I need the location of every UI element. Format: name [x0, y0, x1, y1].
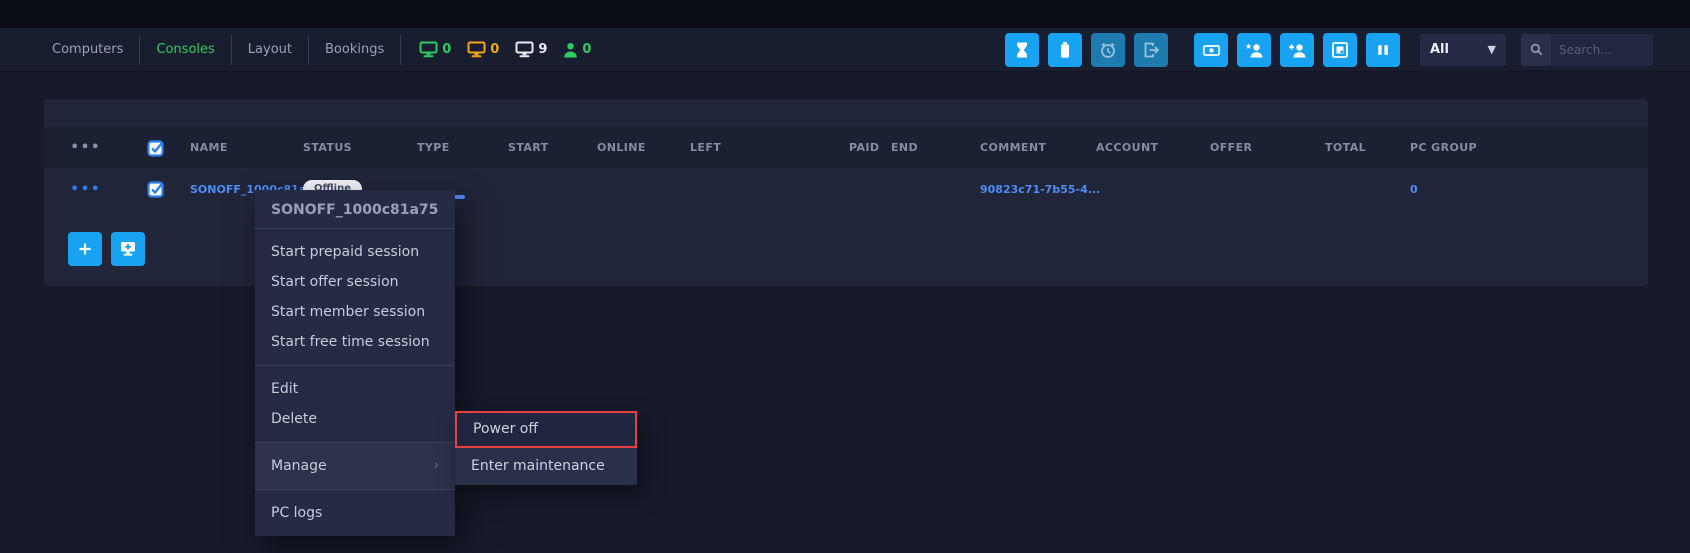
- sign-out-button[interactable]: [1134, 33, 1168, 67]
- account-actions-group: ★: [1194, 33, 1400, 67]
- user-star-icon: ★: [1245, 41, 1264, 59]
- search-input[interactable]: [1551, 43, 1653, 57]
- col-offer[interactable]: OFFER: [1204, 141, 1319, 154]
- app-screen: Computers Consoles Layout Bookings 0 0: [0, 0, 1690, 553]
- deploy-console-button[interactable]: [111, 232, 145, 266]
- menu-item-pc-logs[interactable]: PC logs: [255, 498, 455, 528]
- logs-menu-section: PC logs: [255, 490, 455, 536]
- top-toolbar: Computers Consoles Layout Bookings 0 0: [0, 28, 1690, 72]
- user-plus-icon: [1288, 41, 1307, 59]
- counter-value: 0: [582, 42, 591, 57]
- pause-icon: [1375, 42, 1391, 58]
- col-end[interactable]: END: [885, 141, 974, 154]
- cash-icon: [1202, 41, 1221, 59]
- session-menu-section: Start prepaid session Start offer sessio…: [255, 229, 455, 366]
- menu-item-manage[interactable]: Manage ›: [255, 451, 455, 481]
- sign-out-icon: [1142, 41, 1160, 59]
- tab-bookings[interactable]: Bookings: [309, 42, 400, 57]
- tab-layout[interactable]: Layout: [232, 42, 308, 57]
- col-account[interactable]: ACCOUNT: [1090, 141, 1204, 154]
- toolbar-right: ★ All ▼: [1005, 33, 1653, 67]
- window-top-strip: [0, 0, 1690, 28]
- plus-icon: [77, 241, 93, 257]
- battery-icon: [1056, 41, 1074, 59]
- svg-text:★: ★: [1245, 42, 1252, 51]
- column-options-icon[interactable]: •••: [71, 140, 102, 155]
- manage-menu-section: Manage ›: [255, 443, 455, 490]
- cash-payment-button[interactable]: [1194, 33, 1228, 67]
- submenu-item-enter-maintenance[interactable]: Enter maintenance: [455, 448, 637, 485]
- manage-label: Manage: [271, 451, 327, 481]
- pause-button[interactable]: [1366, 33, 1400, 67]
- edit-menu-section: Edit Delete: [255, 366, 455, 443]
- filter-value: All: [1430, 42, 1449, 57]
- menu-item-delete[interactable]: Delete: [255, 404, 455, 434]
- screen-frame-icon: [1331, 41, 1349, 59]
- col-name[interactable]: NAME: [184, 141, 297, 154]
- counter-users-online: 0: [563, 42, 591, 58]
- menu-item-start-prepaid-session[interactable]: Start prepaid session: [255, 237, 455, 267]
- col-start[interactable]: START: [502, 141, 591, 154]
- view-tabs: Computers Consoles Layout Bookings: [52, 28, 401, 71]
- manage-submenu: Power off Enter maintenance: [455, 411, 637, 485]
- col-comment[interactable]: COMMENT: [974, 141, 1090, 154]
- menu-item-start-offer-session[interactable]: Start offer session: [255, 267, 455, 297]
- row-menu-icon[interactable]: •••: [71, 182, 102, 197]
- menu-item-start-free-time-session[interactable]: Start free time session: [255, 327, 455, 357]
- col-total[interactable]: TOTAL: [1319, 141, 1404, 154]
- add-member-button[interactable]: ★: [1237, 33, 1271, 67]
- col-type[interactable]: TYPE: [411, 141, 502, 154]
- row-pc-group-link[interactable]: 0: [1404, 183, 1648, 196]
- status-counters: 0 0 9 0: [419, 41, 591, 58]
- counter-value: 9: [538, 42, 547, 57]
- counter-monitors-total: 9: [515, 41, 547, 58]
- monitor-icon: [467, 41, 486, 58]
- alarm-clock-icon: [1099, 41, 1117, 59]
- screen-view-button[interactable]: [1323, 33, 1357, 67]
- battery-button[interactable]: [1048, 33, 1082, 67]
- submenu-item-power-off[interactable]: Power off: [455, 411, 637, 448]
- col-pc-group[interactable]: PC GROUP: [1404, 141, 1648, 154]
- row-checkbox[interactable]: [147, 180, 165, 198]
- select-all-checkbox[interactable]: [147, 139, 165, 157]
- user-icon: [563, 42, 578, 58]
- context-menu-title: SONOFF_1000c81a75: [255, 190, 455, 229]
- tab-computers[interactable]: Computers: [52, 42, 139, 57]
- counter-monitors-warning: 0: [467, 41, 499, 58]
- add-console-button[interactable]: [68, 232, 102, 266]
- col-left[interactable]: LEFT: [684, 141, 843, 154]
- row-context-menu: SONOFF_1000c81a75 Start prepaid session …: [255, 190, 455, 536]
- add-guest-button[interactable]: [1280, 33, 1314, 67]
- hourglass-icon: [1013, 41, 1031, 59]
- counter-value: 0: [490, 42, 499, 57]
- chevron-down-icon: ▼: [1488, 43, 1496, 56]
- row-comment-link[interactable]: 90823c71-7b55-4...: [974, 183, 1090, 196]
- search-box: [1521, 34, 1653, 66]
- col-status[interactable]: STATUS: [297, 141, 411, 154]
- submenu-caret-icon: ›: [434, 451, 439, 481]
- hourglass-button[interactable]: [1005, 33, 1039, 67]
- search-icon: [1521, 34, 1551, 66]
- counter-value: 0: [442, 42, 451, 57]
- monitor-plus-icon: [119, 240, 137, 258]
- monitor-icon: [419, 41, 438, 58]
- session-actions-group: [1005, 33, 1168, 67]
- col-online[interactable]: ONLINE: [591, 141, 684, 154]
- menu-item-edit[interactable]: Edit: [255, 374, 455, 404]
- panel-action-buttons: [68, 232, 145, 266]
- monitor-icon: [515, 41, 534, 58]
- tab-consoles[interactable]: Consoles: [140, 42, 230, 57]
- tab-separator: [400, 35, 401, 65]
- alarm-clock-button[interactable]: [1091, 33, 1125, 67]
- counter-monitors-free: 0: [419, 41, 451, 58]
- menu-item-start-member-session[interactable]: Start member session: [255, 297, 455, 327]
- col-paid[interactable]: PAID: [843, 141, 885, 154]
- filter-select[interactable]: All ▼: [1420, 34, 1506, 66]
- table-header-row: ••• NAME STATUS TYPE START ONLINE LEFT P…: [44, 127, 1648, 168]
